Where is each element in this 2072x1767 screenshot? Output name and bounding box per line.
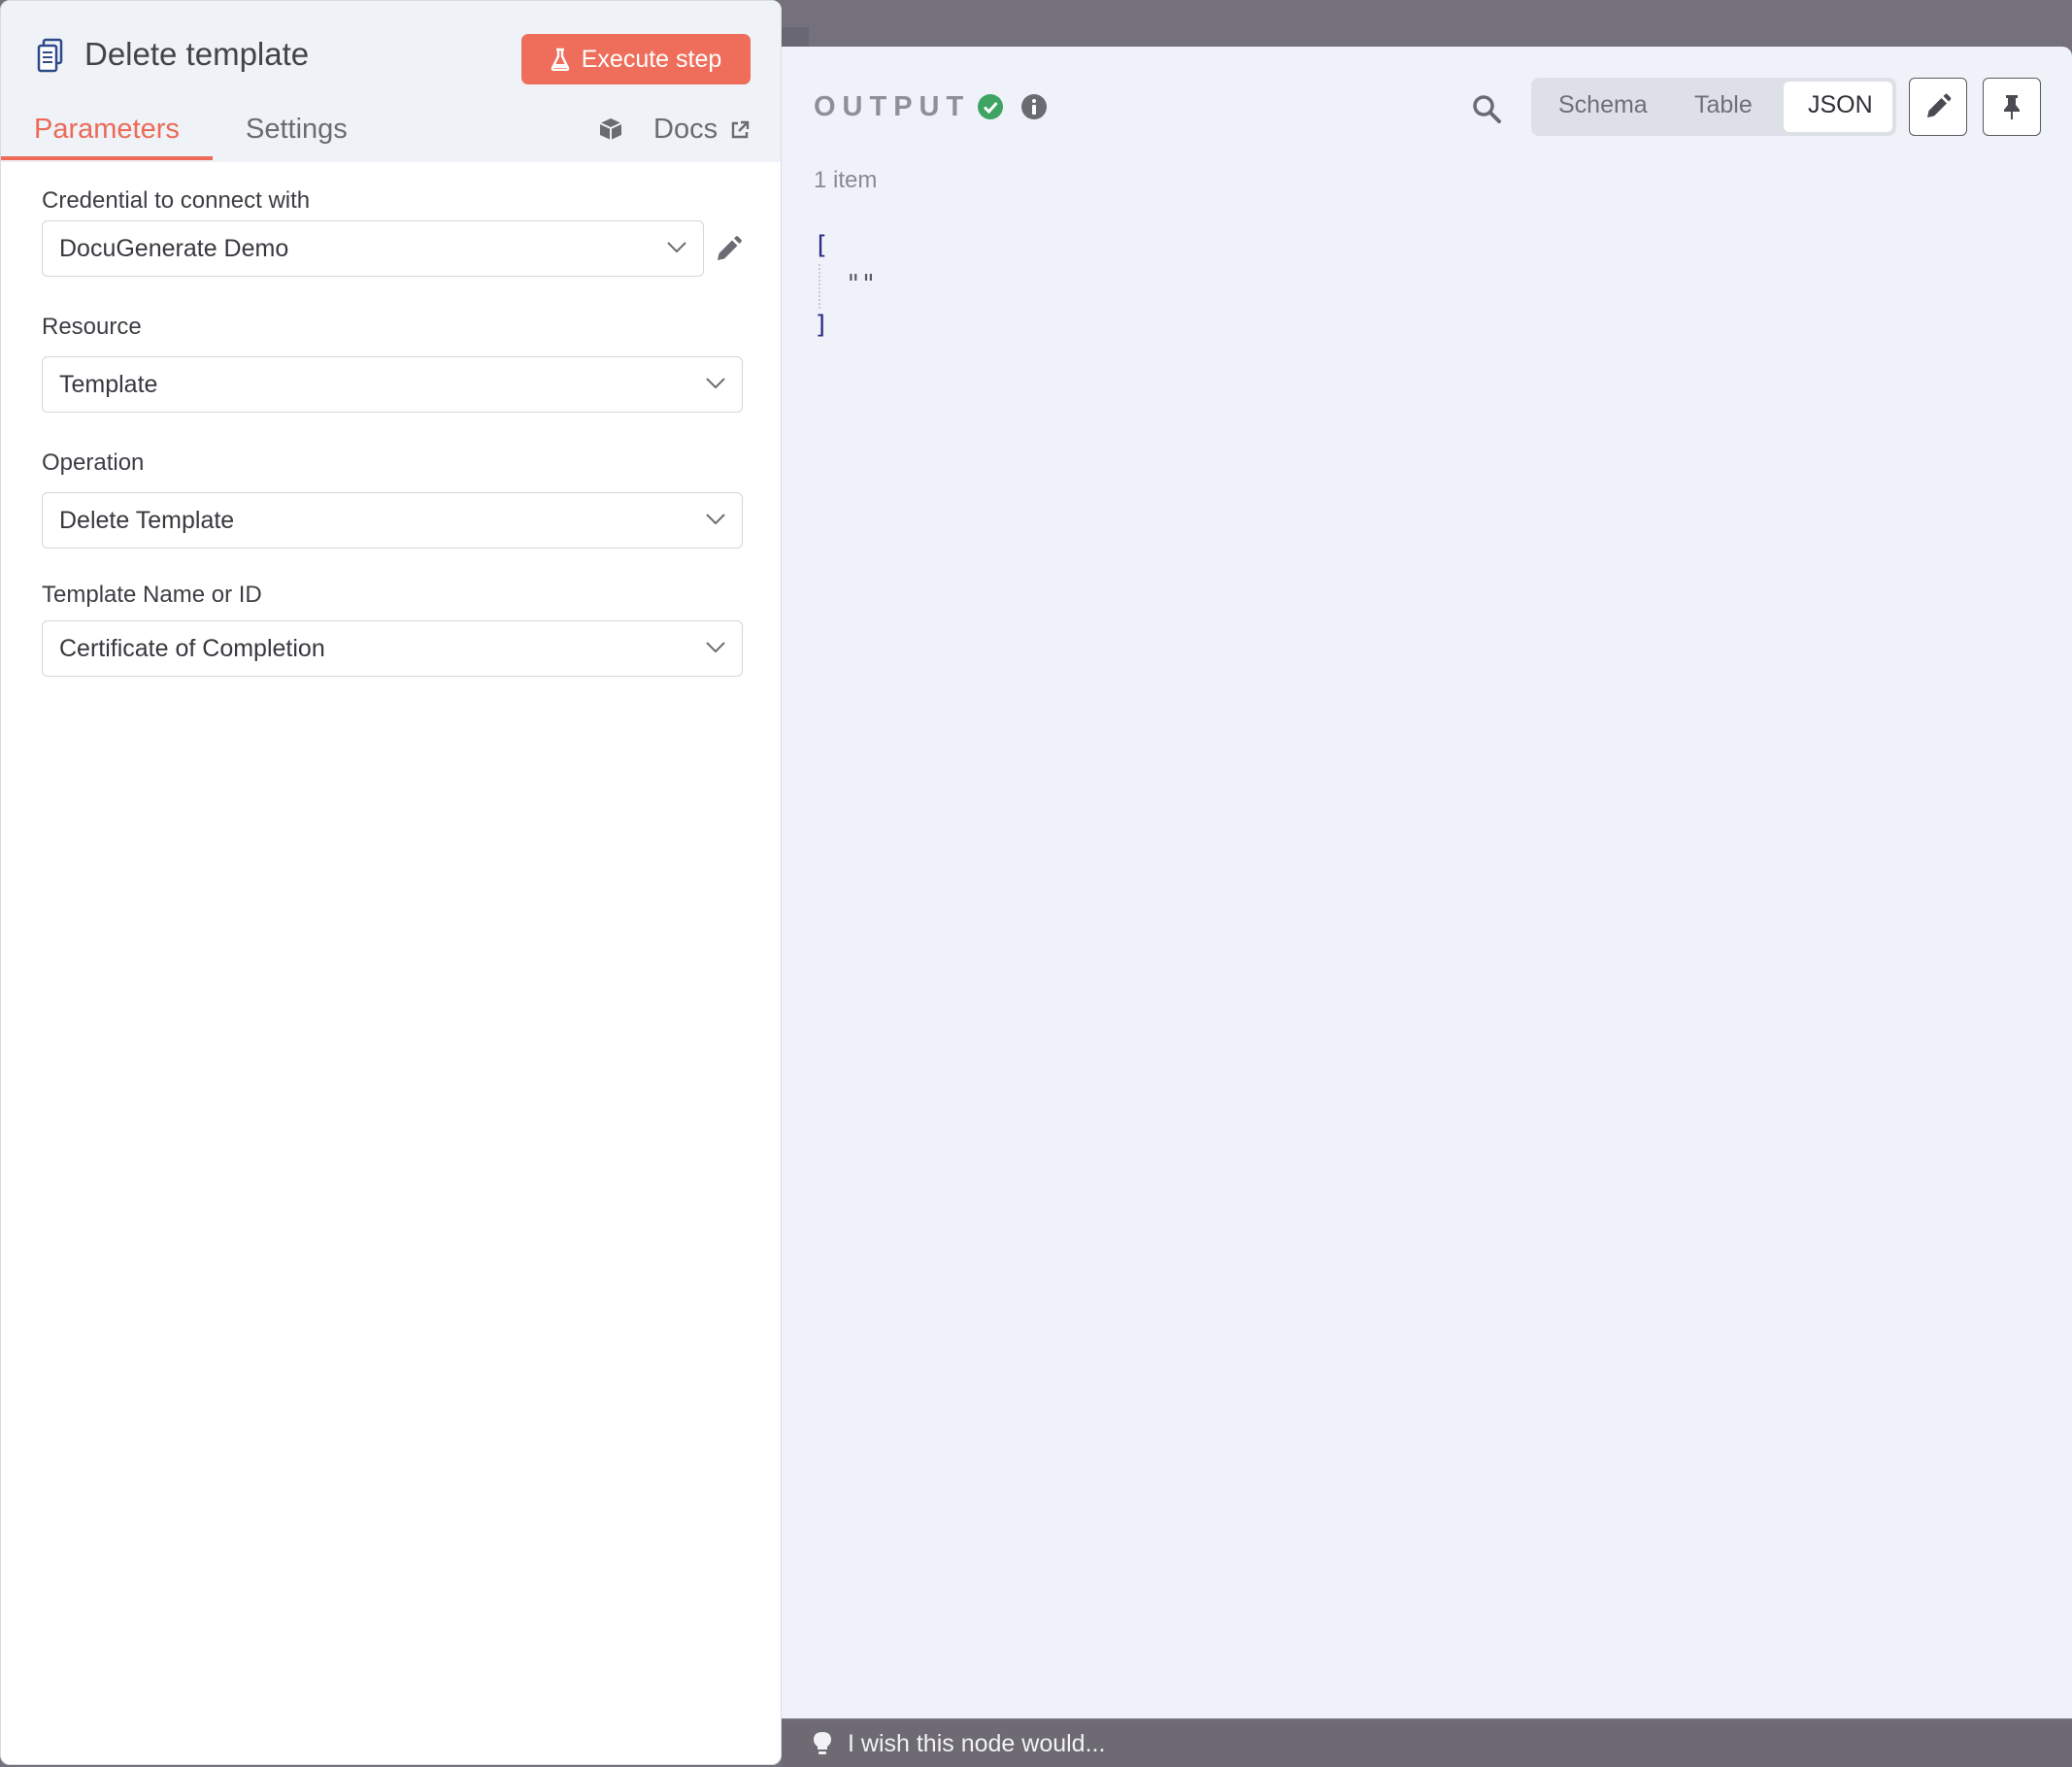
search-icon[interactable]: [1471, 93, 1502, 124]
node-title: Delete template: [84, 36, 310, 72]
lightbulb-icon: [814, 1732, 831, 1754]
check-circle-icon: [978, 94, 1003, 119]
cube-icon[interactable]: [597, 116, 624, 143]
output-panel: OUTPUT Schema Table JSON 1 item [ "" ]: [782, 47, 2072, 1718]
external-link-icon: [731, 120, 750, 138]
output-title: OUTPUT: [814, 91, 971, 122]
view-switch: Schema Table JSON: [1531, 78, 1896, 136]
operation-label: Operation: [42, 450, 145, 476]
feedback-bar: I wish this node would...: [782, 1720, 2072, 1767]
operation-select[interactable]: Delete Template: [42, 492, 743, 549]
json-open-bracket: [: [814, 231, 829, 260]
flask-icon: [551, 48, 570, 71]
panel-header: Delete template Execute step Parameters …: [1, 1, 781, 162]
item-count: 1 item: [814, 167, 878, 193]
pin-icon: [2004, 95, 2020, 119]
template-label: Template Name or ID: [42, 582, 262, 608]
edit-output-button[interactable]: [1909, 78, 1967, 136]
json-indent-guide: [819, 264, 820, 309]
canvas-strip: [782, 27, 809, 49]
parameters-panel: Delete template Execute step Parameters …: [0, 0, 782, 1765]
credential-value: DocuGenerate Demo: [59, 235, 289, 262]
docs-label: Docs: [653, 114, 719, 145]
operation-value: Delete Template: [59, 507, 235, 534]
docs-link[interactable]: Docs: [653, 114, 751, 146]
view-schema[interactable]: Schema: [1558, 91, 1648, 119]
pencil-icon: [1927, 93, 1952, 117]
credential-select[interactable]: DocuGenerate Demo: [42, 220, 704, 277]
resource-select[interactable]: Template: [42, 356, 743, 413]
view-json[interactable]: JSON: [1808, 91, 1873, 119]
pencil-icon[interactable]: [714, 235, 743, 264]
chevron-down-icon: [706, 378, 725, 389]
tab-settings[interactable]: Settings: [246, 114, 348, 146]
chevron-down-icon: [706, 514, 725, 525]
chevron-down-icon: [667, 242, 686, 253]
template-value: Certificate of Completion: [59, 635, 325, 662]
pin-button[interactable]: [1983, 78, 2041, 136]
json-close-bracket: ]: [814, 311, 829, 340]
template-select[interactable]: Certificate of Completion: [42, 620, 743, 677]
active-tab-indicator: [1, 156, 213, 160]
tab-parameters[interactable]: Parameters: [34, 114, 180, 146]
execute-step-button[interactable]: Execute step: [521, 34, 751, 84]
json-value: "": [846, 270, 877, 299]
chevron-down-icon: [706, 642, 725, 653]
resource-value: Template: [59, 371, 158, 398]
info-icon[interactable]: [1020, 93, 1048, 120]
resource-label: Resource: [42, 314, 142, 340]
view-table[interactable]: Table: [1694, 91, 1753, 119]
execute-step-label: Execute step: [581, 45, 722, 73]
document-icon: [37, 38, 63, 73]
credential-label: Credential to connect with: [42, 187, 311, 214]
feedback-link[interactable]: I wish this node would...: [848, 1730, 1105, 1758]
